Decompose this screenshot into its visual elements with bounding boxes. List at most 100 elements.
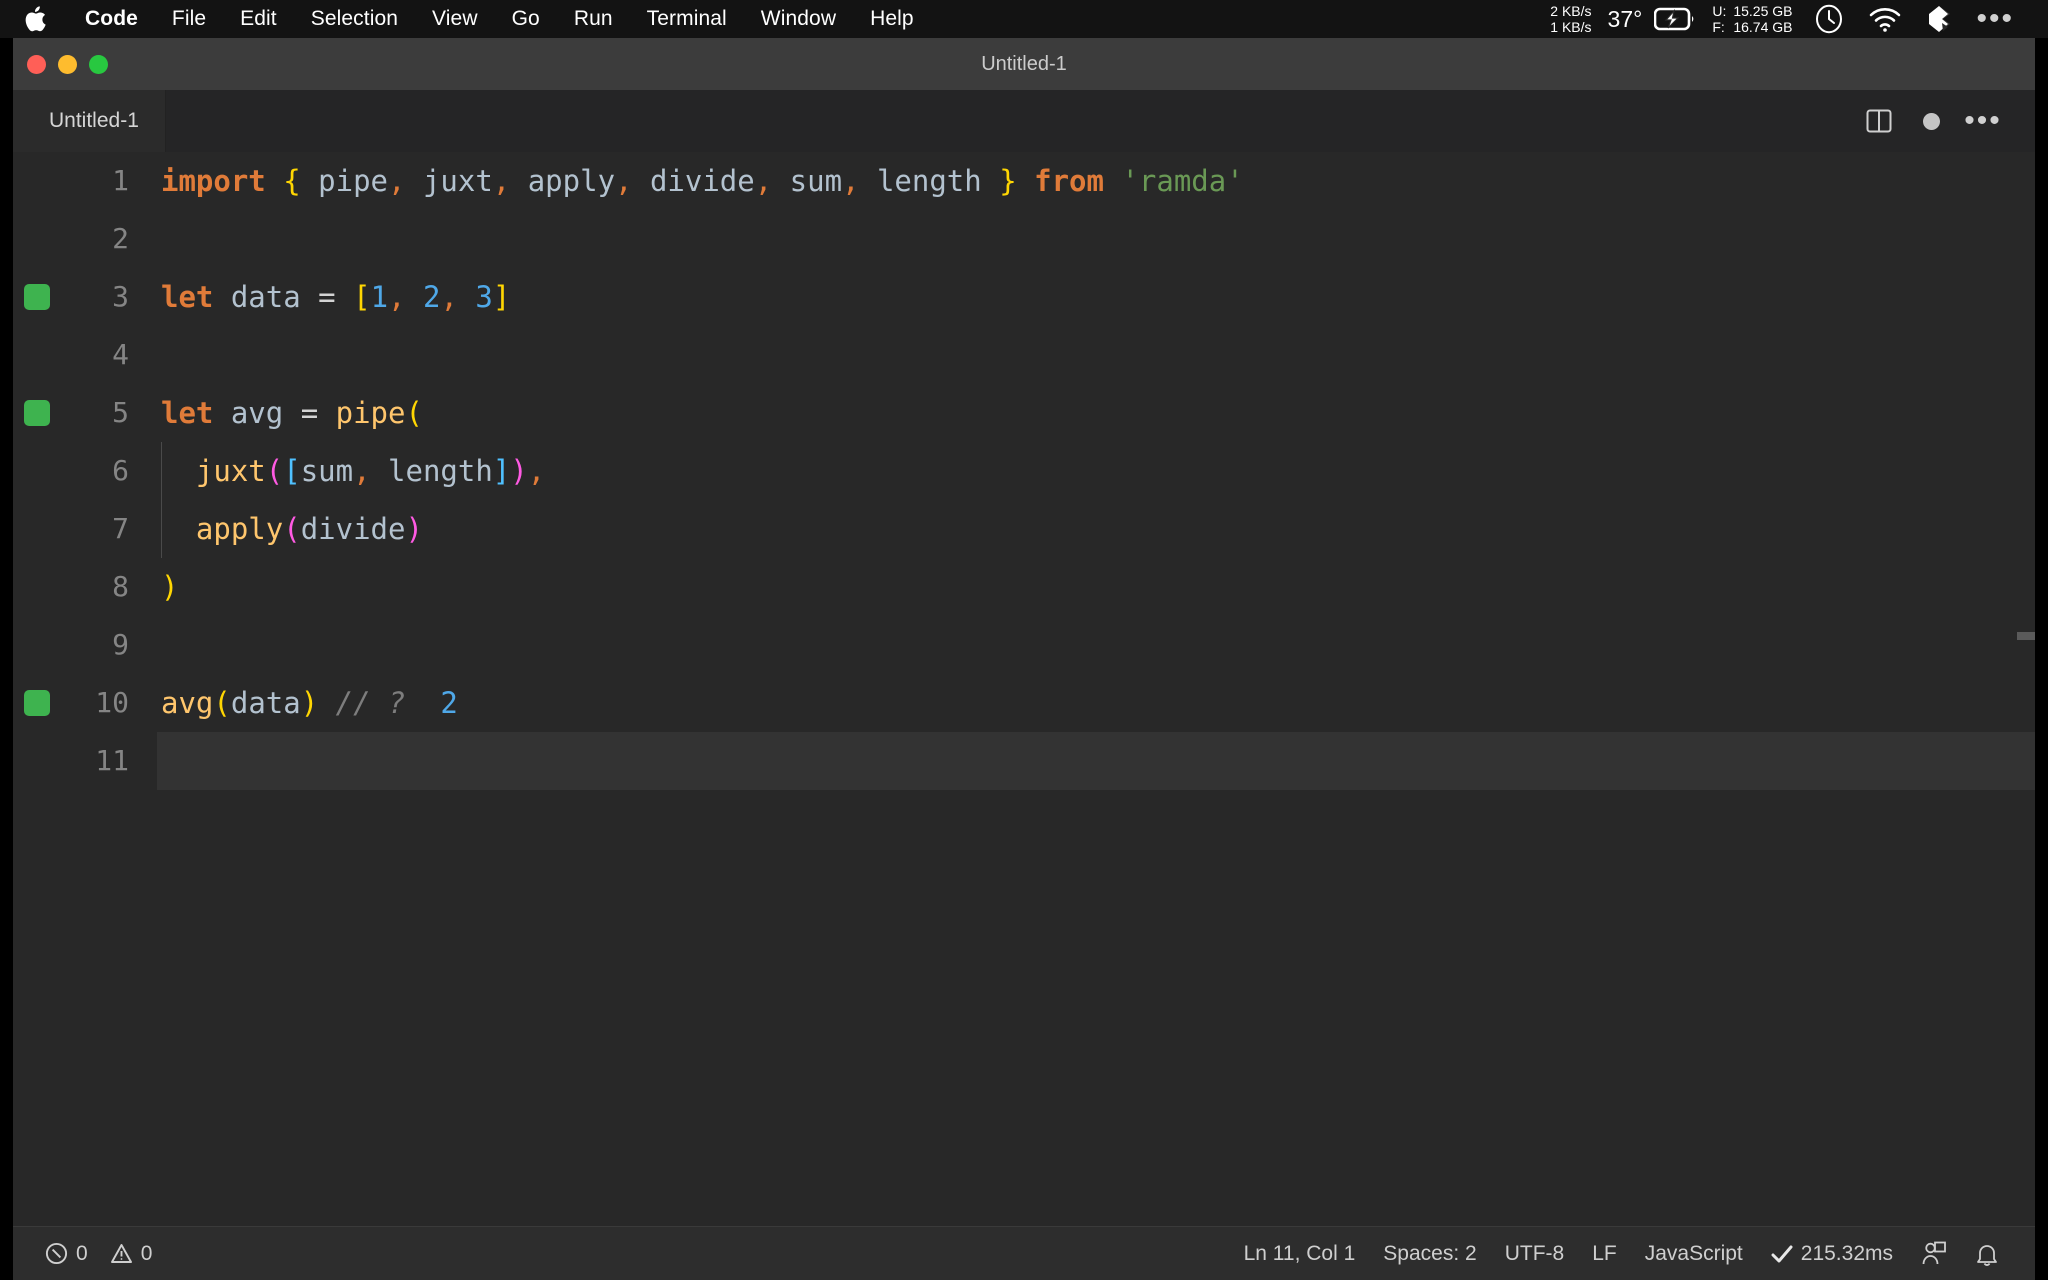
menu-item-edit[interactable]: Edit (223, 0, 294, 38)
code-token: 2 (422, 280, 441, 314)
notifications-bell-icon[interactable] (1961, 1227, 2013, 1280)
code-line[interactable]: 1 import { pipe, juxt, apply, divide, sum… (13, 152, 2035, 210)
code-token: ) (300, 686, 319, 720)
code-line-content[interactable]: avg(data) // ? 2 (157, 674, 2035, 732)
tab-label: Untitled-1 (49, 109, 139, 132)
menu-item-window[interactable]: Window (744, 0, 853, 38)
quokka-runtime-status[interactable]: 215.32ms (1757, 1227, 1907, 1280)
minimize-window-button[interactable] (58, 54, 77, 74)
code-line[interactable]: 9 (13, 616, 2035, 674)
line-number: 10 (95, 686, 129, 719)
code-token: 3 (475, 280, 493, 314)
code-line-content[interactable] (157, 616, 2035, 674)
menu-item-file[interactable]: File (155, 0, 223, 38)
tab-strip: Untitled-1 (13, 90, 166, 152)
code-line-content[interactable] (157, 210, 2035, 268)
maximize-window-button[interactable] (89, 54, 108, 74)
wifi-icon[interactable] (1856, 6, 1914, 32)
code-line[interactable]: 4 (13, 326, 2035, 384)
editor-vertical-scrollbar[interactable] (2017, 632, 2035, 640)
battery-charging-icon[interactable] (1648, 7, 1702, 31)
code-token: juxt (405, 164, 493, 198)
code-token: divide (632, 164, 755, 198)
line-number: 1 (112, 164, 129, 197)
menu-item-code[interactable]: Code (68, 0, 155, 38)
close-window-button[interactable] (27, 54, 46, 74)
code-line-content[interactable]: import { pipe, juxt, apply, divide, sum,… (157, 152, 2035, 210)
more-actions-icon[interactable]: ••• (1957, 95, 2009, 147)
code-token: [ (283, 454, 301, 488)
code-line-content[interactable]: ) (157, 558, 2035, 616)
code-editor[interactable]: 1 import { pipe, juxt, apply, divide, sum… (13, 152, 2035, 1226)
split-editor-icon[interactable] (1853, 95, 1905, 147)
problems-status-item[interactable]: 0 0 (31, 1227, 166, 1280)
code-line-content[interactable]: let avg = pipe( (157, 384, 2035, 442)
quokka-value-marker-icon (24, 400, 50, 426)
cpu-temperature[interactable]: 37° (1602, 6, 1649, 33)
apple-logo-icon[interactable] (22, 4, 48, 34)
code-token: , (440, 280, 458, 314)
code-token: } (999, 164, 1017, 198)
account-icon[interactable] (1907, 1227, 1961, 1280)
menu-item-selection[interactable]: Selection (294, 0, 415, 38)
code-token: { (283, 164, 301, 198)
code-line[interactable]: 10 avg(data) // ? 2 (13, 674, 2035, 732)
memory-used-label: U: (1712, 3, 1727, 19)
code-token: let (161, 280, 214, 314)
line-number: 3 (112, 280, 129, 313)
control-center-more-icon[interactable]: ••• (1964, 4, 2026, 34)
indentation-status[interactable]: Spaces: 2 (1369, 1227, 1490, 1280)
code-line-content[interactable]: juxt([sum, length]), (157, 442, 2035, 500)
clock-icon[interactable] (1802, 4, 1856, 34)
menu-bar-status-tray: 2 KB/s 1 KB/s 37° U: F: 15.25 GB 16.74 G… (1540, 0, 2048, 38)
quokka-elapsed-time: 215.32ms (1800, 1241, 1893, 1265)
code-line[interactable]: 8) (13, 558, 2035, 616)
menu-item-terminal[interactable]: Terminal (630, 0, 744, 38)
quokka-value-marker-icon (24, 284, 50, 310)
code-line-content[interactable]: apply(divide) (157, 500, 2035, 558)
code-token: ( (405, 396, 423, 430)
tab-untitled-1[interactable]: Untitled-1 (13, 90, 166, 152)
memory-usage-indicator[interactable]: U: F: 15.25 GB 16.74 GB (1702, 0, 1802, 38)
cursor-position-status[interactable]: Ln 11, Col 1 (1230, 1227, 1370, 1280)
network-upload-speed: 2 KB/s (1550, 3, 1592, 19)
dropbox-icon[interactable] (1914, 5, 1964, 33)
code-line[interactable]: 5 let avg = pipe( (13, 384, 2035, 442)
eol-status[interactable]: LF (1578, 1227, 1631, 1280)
code-token: ( (283, 512, 301, 546)
code-line-content[interactable] (157, 326, 2035, 384)
code-line[interactable]: 2 (13, 210, 2035, 268)
code-line[interactable]: 3 let data = [1, 2, 3] (13, 268, 2035, 326)
code-token: ) (405, 512, 423, 546)
code-token: , (388, 280, 406, 314)
code-line[interactable]: 6 juxt([sum, length]), (13, 442, 2035, 500)
window-title: Untitled-1 (981, 52, 1067, 75)
memory-free-label: F: (1712, 19, 1725, 35)
code-token: pipe (335, 396, 406, 430)
menu-item-go[interactable]: Go (495, 0, 557, 38)
line-number: 11 (95, 744, 129, 777)
code-line[interactable]: 11 (13, 732, 2035, 790)
code-lines[interactable]: 1 import { pipe, juxt, apply, divide, sum… (13, 152, 2035, 1226)
network-speed-indicator[interactable]: 2 KB/s 1 KB/s (1540, 0, 1601, 38)
code-line-content[interactable]: let data = [1, 2, 3] (157, 268, 2035, 326)
menu-item-help[interactable]: Help (853, 0, 931, 38)
code-token: avg (213, 396, 301, 430)
status-bar-right: Ln 11, Col 1 Spaces: 2 UTF-8 LF JavaScri… (1230, 1227, 2035, 1280)
gutter-glyph-margin[interactable] (13, 690, 61, 716)
gutter-glyph-margin[interactable] (13, 400, 61, 426)
unsaved-dot-icon[interactable] (1905, 95, 1957, 147)
encoding-status[interactable]: UTF-8 (1491, 1227, 1579, 1280)
menu-item-view[interactable]: View (415, 0, 495, 38)
code-line-content[interactable] (157, 732, 2035, 790)
code-line[interactable]: 7 apply(divide) (13, 500, 2035, 558)
code-token: = (318, 280, 336, 314)
error-circle-icon (45, 1242, 68, 1265)
language-mode-status[interactable]: JavaScript (1631, 1227, 1757, 1280)
menu-item-run[interactable]: Run (557, 0, 630, 38)
code-token: length (859, 164, 1000, 198)
gutter-glyph-margin[interactable] (13, 284, 61, 310)
code-token: divide (300, 512, 406, 546)
